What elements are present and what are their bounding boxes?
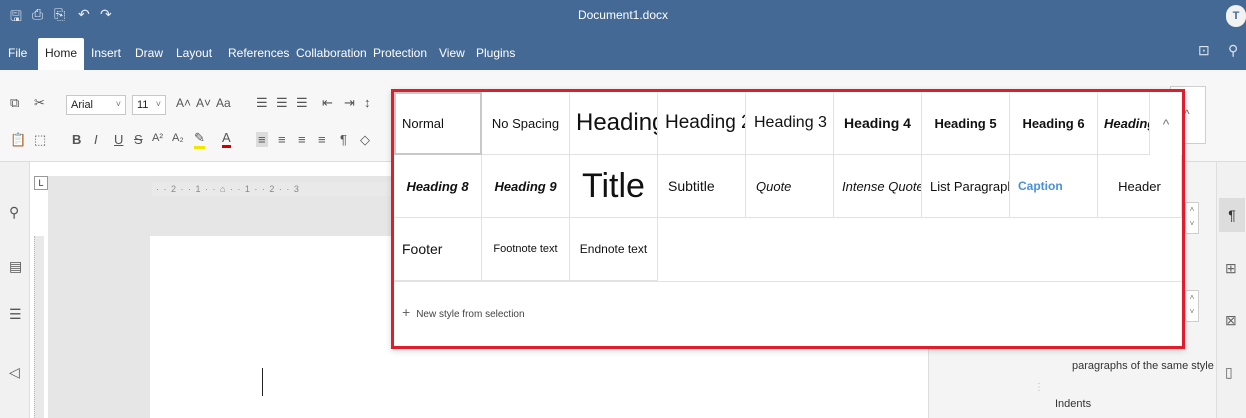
highlight-color-icon[interactable]: ✎ [194,130,205,149]
style-heading-7[interactable]: Heading 7 [1098,92,1150,155]
style-quote[interactable]: Quote [746,155,834,218]
title-bar: 🖫 ⎙ ⎘ ↶ ↷ Document1.docx T [0,0,1246,32]
menu-bar: File Home Insert Draw Layout References … [0,32,1246,70]
shading-icon[interactable]: ◇ [360,132,370,148]
text-cursor [262,368,263,396]
style-caption[interactable]: Caption [1010,155,1098,218]
font-size-select[interactable]: 11 ˅ [132,95,166,115]
select-all-icon[interactable]: ⬚ [34,132,46,148]
decrease-indent-icon[interactable]: ⇤ [322,95,333,111]
style-heading-6[interactable]: Heading 6 [1010,92,1098,155]
font-name-value: Arial [71,99,94,111]
bold-button[interactable]: B [72,132,81,147]
user-avatar[interactable]: T [1226,5,1246,27]
style-heading-2[interactable]: Heading 2 [658,92,746,155]
paragraph-settings-icon[interactable]: ¶ [1219,198,1245,232]
tab-insert[interactable]: Insert [91,46,121,60]
style-footer[interactable]: Footer [394,218,482,281]
tab-collaboration[interactable]: Collaboration [296,46,367,60]
increase-font-button[interactable]: A˄ [176,96,191,110]
tab-draw[interactable]: Draw [135,46,163,60]
paste-icon[interactable]: 📋 [10,132,26,148]
left-sidebar: ⚲ ▤ ☰ ◁ [0,162,30,418]
tab-file[interactable]: File [8,46,27,60]
style-endnote-text[interactable]: Endnote text [570,218,658,281]
collapse-gallery-button[interactable]: ^ [1150,92,1182,155]
chevron-down-icon: ˅ [155,99,161,109]
font-size-value: 11 [137,99,149,111]
new-style-from-selection[interactable]: + New style from selection [394,281,1182,344]
header-footer-icon[interactable]: ▯ [1225,364,1233,381]
strikethrough-button[interactable]: S [134,132,143,147]
increase-indent-icon[interactable]: ⇥ [344,95,355,111]
navigation-icon[interactable]: ☰ [9,306,22,323]
style-normal[interactable]: Normal [394,92,482,155]
new-style-label: New style from selection [416,309,525,320]
tab-references[interactable]: References [228,46,289,60]
style-heading-5[interactable]: Heading 5 [922,92,1010,155]
subscript-button[interactable]: A₂ [172,132,184,144]
style-no-spacing[interactable]: No Spacing [482,92,570,155]
style-header[interactable]: Header [1098,155,1182,218]
search-icon[interactable]: ⚲ [9,204,19,221]
feedback-icon[interactable]: ◁ [9,364,20,381]
tab-protection[interactable]: Protection [373,46,427,60]
panel-splitter[interactable]: ⋮ [1034,382,1044,393]
justify-icon[interactable]: ≡ [318,132,326,147]
same-style-hint: paragraphs of the same style [1072,360,1214,372]
spacing-spinner[interactable]: ˄ ˅ [1185,202,1199,234]
align-left-icon[interactable]: ≡ [256,132,268,147]
font-color-icon[interactable]: A [222,130,231,148]
style-title[interactable]: Title [570,155,658,218]
horizontal-ruler[interactable]: · · 2 · · 1 · · ⌂ · · 1 · · 2 · · 3 [152,182,392,196]
tab-home[interactable]: Home [38,38,85,70]
align-center-icon[interactable]: ≡ [278,132,286,147]
superscript-button[interactable]: A² [152,132,163,144]
font-name-select[interactable]: Arial ˅ [66,95,126,115]
align-right-icon[interactable]: ≡ [298,132,306,147]
search-icon[interactable]: ⚲ [1228,42,1238,59]
style-heading-1[interactable]: Heading 1 [570,92,658,155]
tab-view[interactable]: View [439,46,465,60]
style-intense-quote[interactable]: Intense Quote [834,155,922,218]
table-settings-icon[interactable]: ⊞ [1225,260,1237,277]
numbering-icon[interactable]: ☰ [276,95,288,111]
multilevel-list-icon[interactable]: ☰ [296,95,308,111]
italic-button[interactable]: I [94,132,98,147]
style-heading-4[interactable]: Heading 4 [834,92,922,155]
line-spacing-spinner[interactable]: ˄ ˅ [1185,290,1199,322]
chevron-down-icon: ˅ [115,99,121,109]
style-subtitle[interactable]: Subtitle [658,155,746,218]
plus-icon: + [402,304,411,320]
style-footnote-text[interactable]: Footnote text [482,218,570,281]
indents-label: Indents [1055,398,1092,410]
comments-icon[interactable]: ▤ [9,258,22,275]
underline-button[interactable]: U [114,132,123,147]
decrease-font-button[interactable]: A˅ [196,96,211,110]
document-title: Document1.docx [577,8,669,22]
style-heading-8[interactable]: Heading 8 [394,155,482,218]
tab-stop-selector[interactable]: L [34,176,48,190]
tab-plugins[interactable]: Plugins [476,46,515,60]
tab-layout[interactable]: Layout [176,46,212,60]
image-settings-icon[interactable]: ⊠ [1225,312,1237,329]
change-case-button[interactable]: Aa [216,96,231,110]
cut-icon[interactable]: ✂ [34,95,45,111]
vertical-ruler[interactable] [34,236,44,418]
bullets-icon[interactable]: ☰ [256,95,268,111]
style-heading-9[interactable]: Heading 9 [482,155,570,218]
line-spacing-icon[interactable]: ↕ [364,95,371,110]
styles-gallery-popup: Normal No Spacing Heading 1 Heading 2 He… [391,89,1185,349]
style-heading-3[interactable]: Heading 3 [746,92,834,155]
paragraph-marks-icon[interactable]: ¶ [340,132,347,147]
right-sidebar: ¶ ⊞ ⊠ ▯ [1216,162,1246,418]
copy-icon[interactable]: ⧉ [10,95,19,111]
open-location-icon[interactable]: ⊡ [1198,42,1210,59]
style-list-paragraph[interactable]: List Paragraph [922,155,1010,218]
